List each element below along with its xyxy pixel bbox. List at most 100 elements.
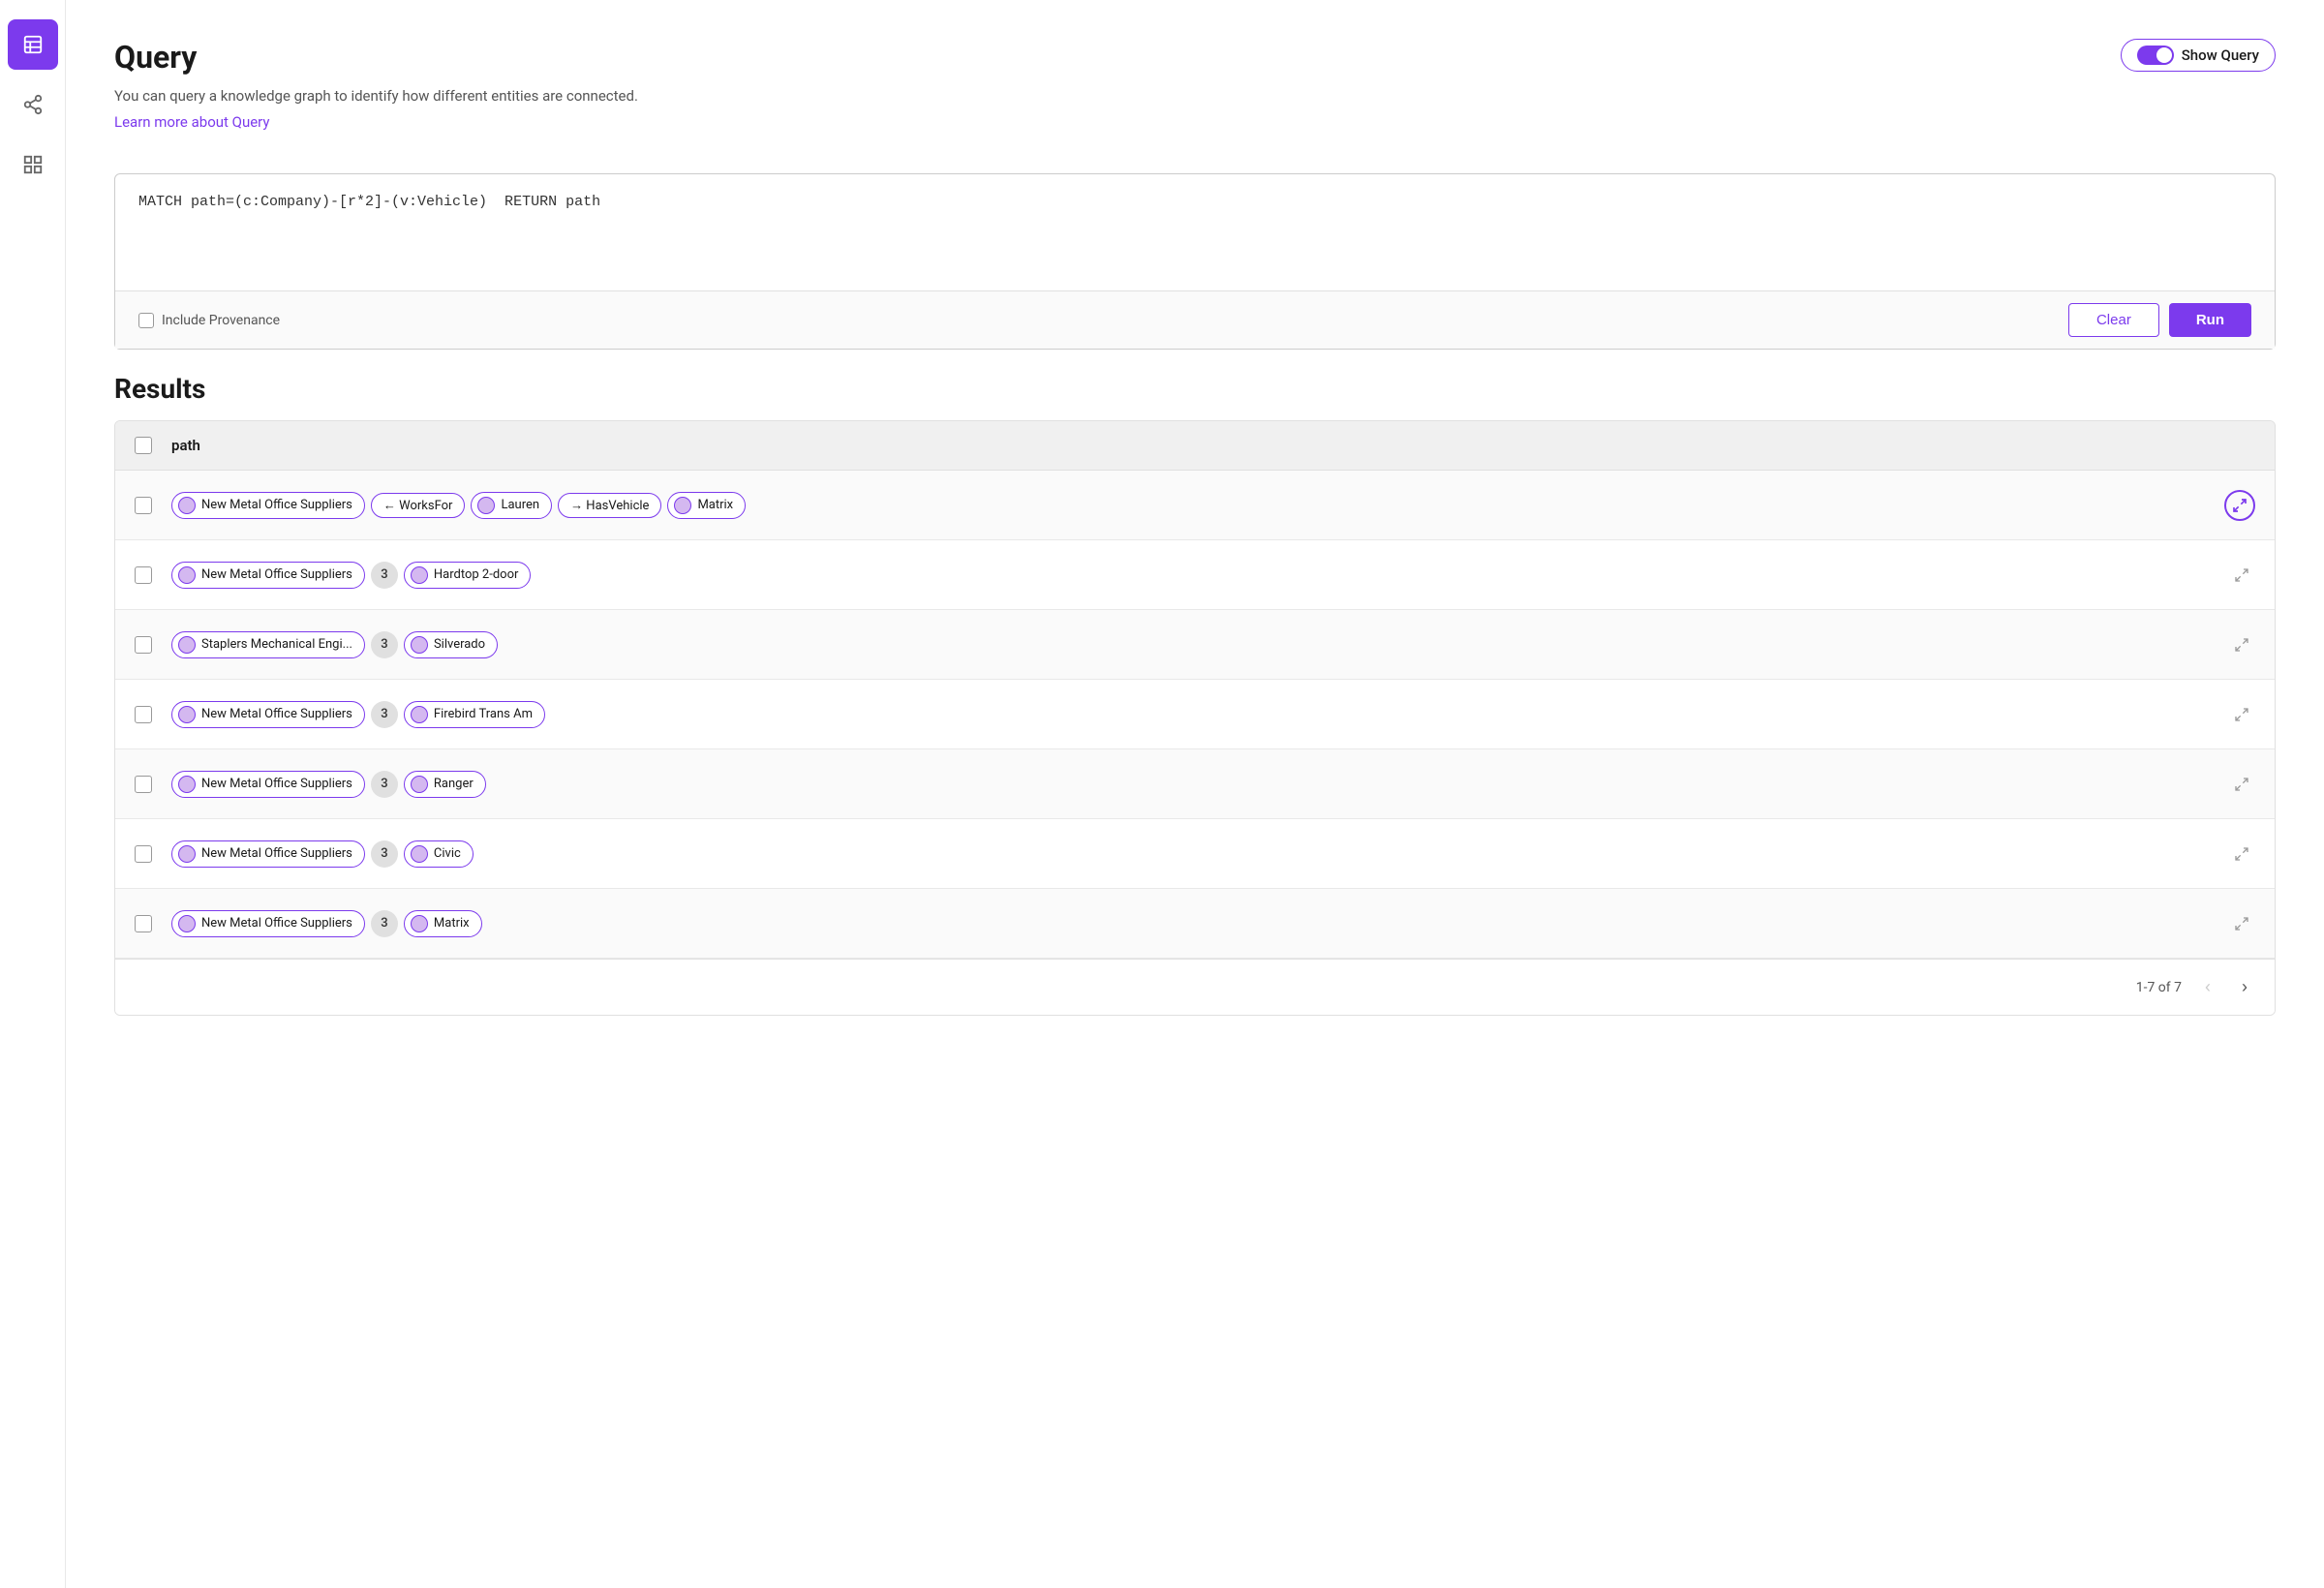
pill-entity: Silverado <box>404 631 498 658</box>
row-checkbox[interactable] <box>135 566 152 584</box>
pill-number: 3 <box>371 771 398 798</box>
pill-entity: New Metal Office Suppliers <box>171 840 365 868</box>
pill-number: 3 <box>371 910 398 937</box>
pill-label: Firebird Trans Am <box>434 707 533 721</box>
row-checkbox[interactable] <box>135 636 152 654</box>
expand-icon <box>2234 707 2249 722</box>
pill-entity: Civic <box>404 840 474 868</box>
expand-button[interactable] <box>2228 701 2255 728</box>
header-row: Query You can query a knowledge graph to… <box>114 39 2276 154</box>
main-content: Query You can query a knowledge graph to… <box>66 0 2324 1588</box>
pill-label: New Metal Office Suppliers <box>201 567 352 582</box>
pagination-next-button[interactable]: › <box>2234 973 2255 1001</box>
header-col-path: path <box>171 437 200 454</box>
table-row: New Metal Office Suppliers ← WorksFor La… <box>115 471 2275 540</box>
row-checkbox[interactable] <box>135 497 152 514</box>
expand-button[interactable] <box>2228 631 2255 658</box>
table-icon <box>22 34 44 55</box>
sidebar <box>0 0 66 1588</box>
pill-label: Matrix <box>697 498 733 512</box>
query-box: Include Provenance Clear Run <box>114 173 2276 350</box>
entity-icon <box>178 636 196 654</box>
entity-icon <box>411 636 428 654</box>
row-content: New Metal Office Suppliers ← WorksFor La… <box>171 492 2205 519</box>
pill-entity: New Metal Office Suppliers <box>171 910 365 937</box>
expand-button[interactable] <box>2228 771 2255 798</box>
query-buttons: Clear Run <box>2068 303 2251 337</box>
expand-icon <box>2234 637 2249 653</box>
toggle-track <box>2137 46 2174 65</box>
row-content: New Metal Office Suppliers 3 Ranger <box>171 771 2209 798</box>
pill-entity: New Metal Office Suppliers <box>171 701 365 728</box>
pill-number: 3 <box>371 840 398 868</box>
row-content: New Metal Office Suppliers 3 Hardtop 2-d… <box>171 562 2209 589</box>
provenance-checkbox[interactable] <box>138 313 154 328</box>
sidebar-item-graph[interactable] <box>8 79 58 130</box>
table-row: New Metal Office Suppliers 3 Ranger <box>115 749 2275 819</box>
entity-icon <box>411 845 428 863</box>
pagination-prev-button[interactable]: ‹ <box>2197 973 2218 1001</box>
sidebar-item-grid[interactable] <box>8 139 58 190</box>
pill-number: 3 <box>371 562 398 589</box>
expand-button[interactable] <box>2228 910 2255 937</box>
expand-icon <box>2234 567 2249 583</box>
query-textarea[interactable] <box>115 174 2275 290</box>
table-row: New Metal Office Suppliers 3 Civic <box>115 819 2275 889</box>
expand-button[interactable] <box>2224 490 2255 521</box>
row-checkbox[interactable] <box>135 776 152 793</box>
pill-entity: New Metal Office Suppliers <box>171 492 365 519</box>
pill-label: Matrix <box>434 916 470 931</box>
row-checkbox[interactable] <box>135 845 152 863</box>
pill-entity: Matrix <box>404 910 482 937</box>
table-row: New Metal Office Suppliers 3 Matrix <box>115 889 2275 959</box>
pill-label: Silverado <box>434 637 485 652</box>
entity-icon <box>178 845 196 863</box>
pill-entity: New Metal Office Suppliers <box>171 771 365 798</box>
pill-label: Civic <box>434 846 461 861</box>
header-left: Query You can query a knowledge graph to… <box>114 39 638 154</box>
entity-icon <box>674 497 691 514</box>
entity-icon <box>477 497 495 514</box>
arrow-label: → HasVehicle <box>570 498 649 513</box>
query-footer: Include Provenance Clear Run <box>115 290 2275 349</box>
table-footer: 1-7 of 7 ‹ › <box>115 959 2275 1015</box>
entity-icon <box>411 776 428 793</box>
pill-arrow: ← WorksFor <box>371 493 466 518</box>
page-title: Query <box>114 39 638 76</box>
entity-icon <box>411 706 428 723</box>
pill-entity: Firebird Trans Am <box>404 701 545 728</box>
entity-icon <box>178 776 196 793</box>
expand-icon <box>2234 846 2249 862</box>
run-button[interactable]: Run <box>2169 303 2251 337</box>
pagination-info: 1-7 of 7 <box>2136 980 2182 995</box>
header-checkbox[interactable] <box>135 437 152 454</box>
results-title: Results <box>114 373 2276 405</box>
entity-icon <box>178 497 196 514</box>
row-checkbox[interactable] <box>135 706 152 723</box>
show-query-toggle[interactable]: Show Query <box>2121 39 2276 72</box>
clear-button[interactable]: Clear <box>2068 303 2159 337</box>
entity-icon <box>178 566 196 584</box>
row-checkbox[interactable] <box>135 915 152 932</box>
page-subtitle: You can query a knowledge graph to ident… <box>114 87 638 105</box>
toggle-label: Show Query <box>2182 46 2259 64</box>
expand-icon <box>2234 777 2249 792</box>
pill-label: New Metal Office Suppliers <box>201 916 352 931</box>
row-content: New Metal Office Suppliers 3 Civic <box>171 840 2209 868</box>
pill-entity: Lauren <box>471 492 552 519</box>
expand-button[interactable] <box>2228 840 2255 868</box>
table-header: path <box>115 421 2275 471</box>
pill-label: Ranger <box>434 777 474 791</box>
provenance-text: Include Provenance <box>162 313 280 328</box>
pill-label: Staplers Mechanical Engi... <box>201 637 352 652</box>
sidebar-item-table[interactable] <box>8 19 58 70</box>
provenance-label[interactable]: Include Provenance <box>138 313 280 328</box>
pill-label: New Metal Office Suppliers <box>201 707 352 721</box>
table-row: New Metal Office Suppliers 3 Hardtop 2-d… <box>115 540 2275 610</box>
learn-more-link[interactable]: Learn more about Query <box>114 113 270 131</box>
pill-label: Lauren <box>501 498 539 512</box>
row-content: Staplers Mechanical Engi... 3 Silverado <box>171 631 2209 658</box>
expand-button[interactable] <box>2228 562 2255 589</box>
entity-icon <box>411 566 428 584</box>
toggle-thumb <box>2156 47 2172 63</box>
